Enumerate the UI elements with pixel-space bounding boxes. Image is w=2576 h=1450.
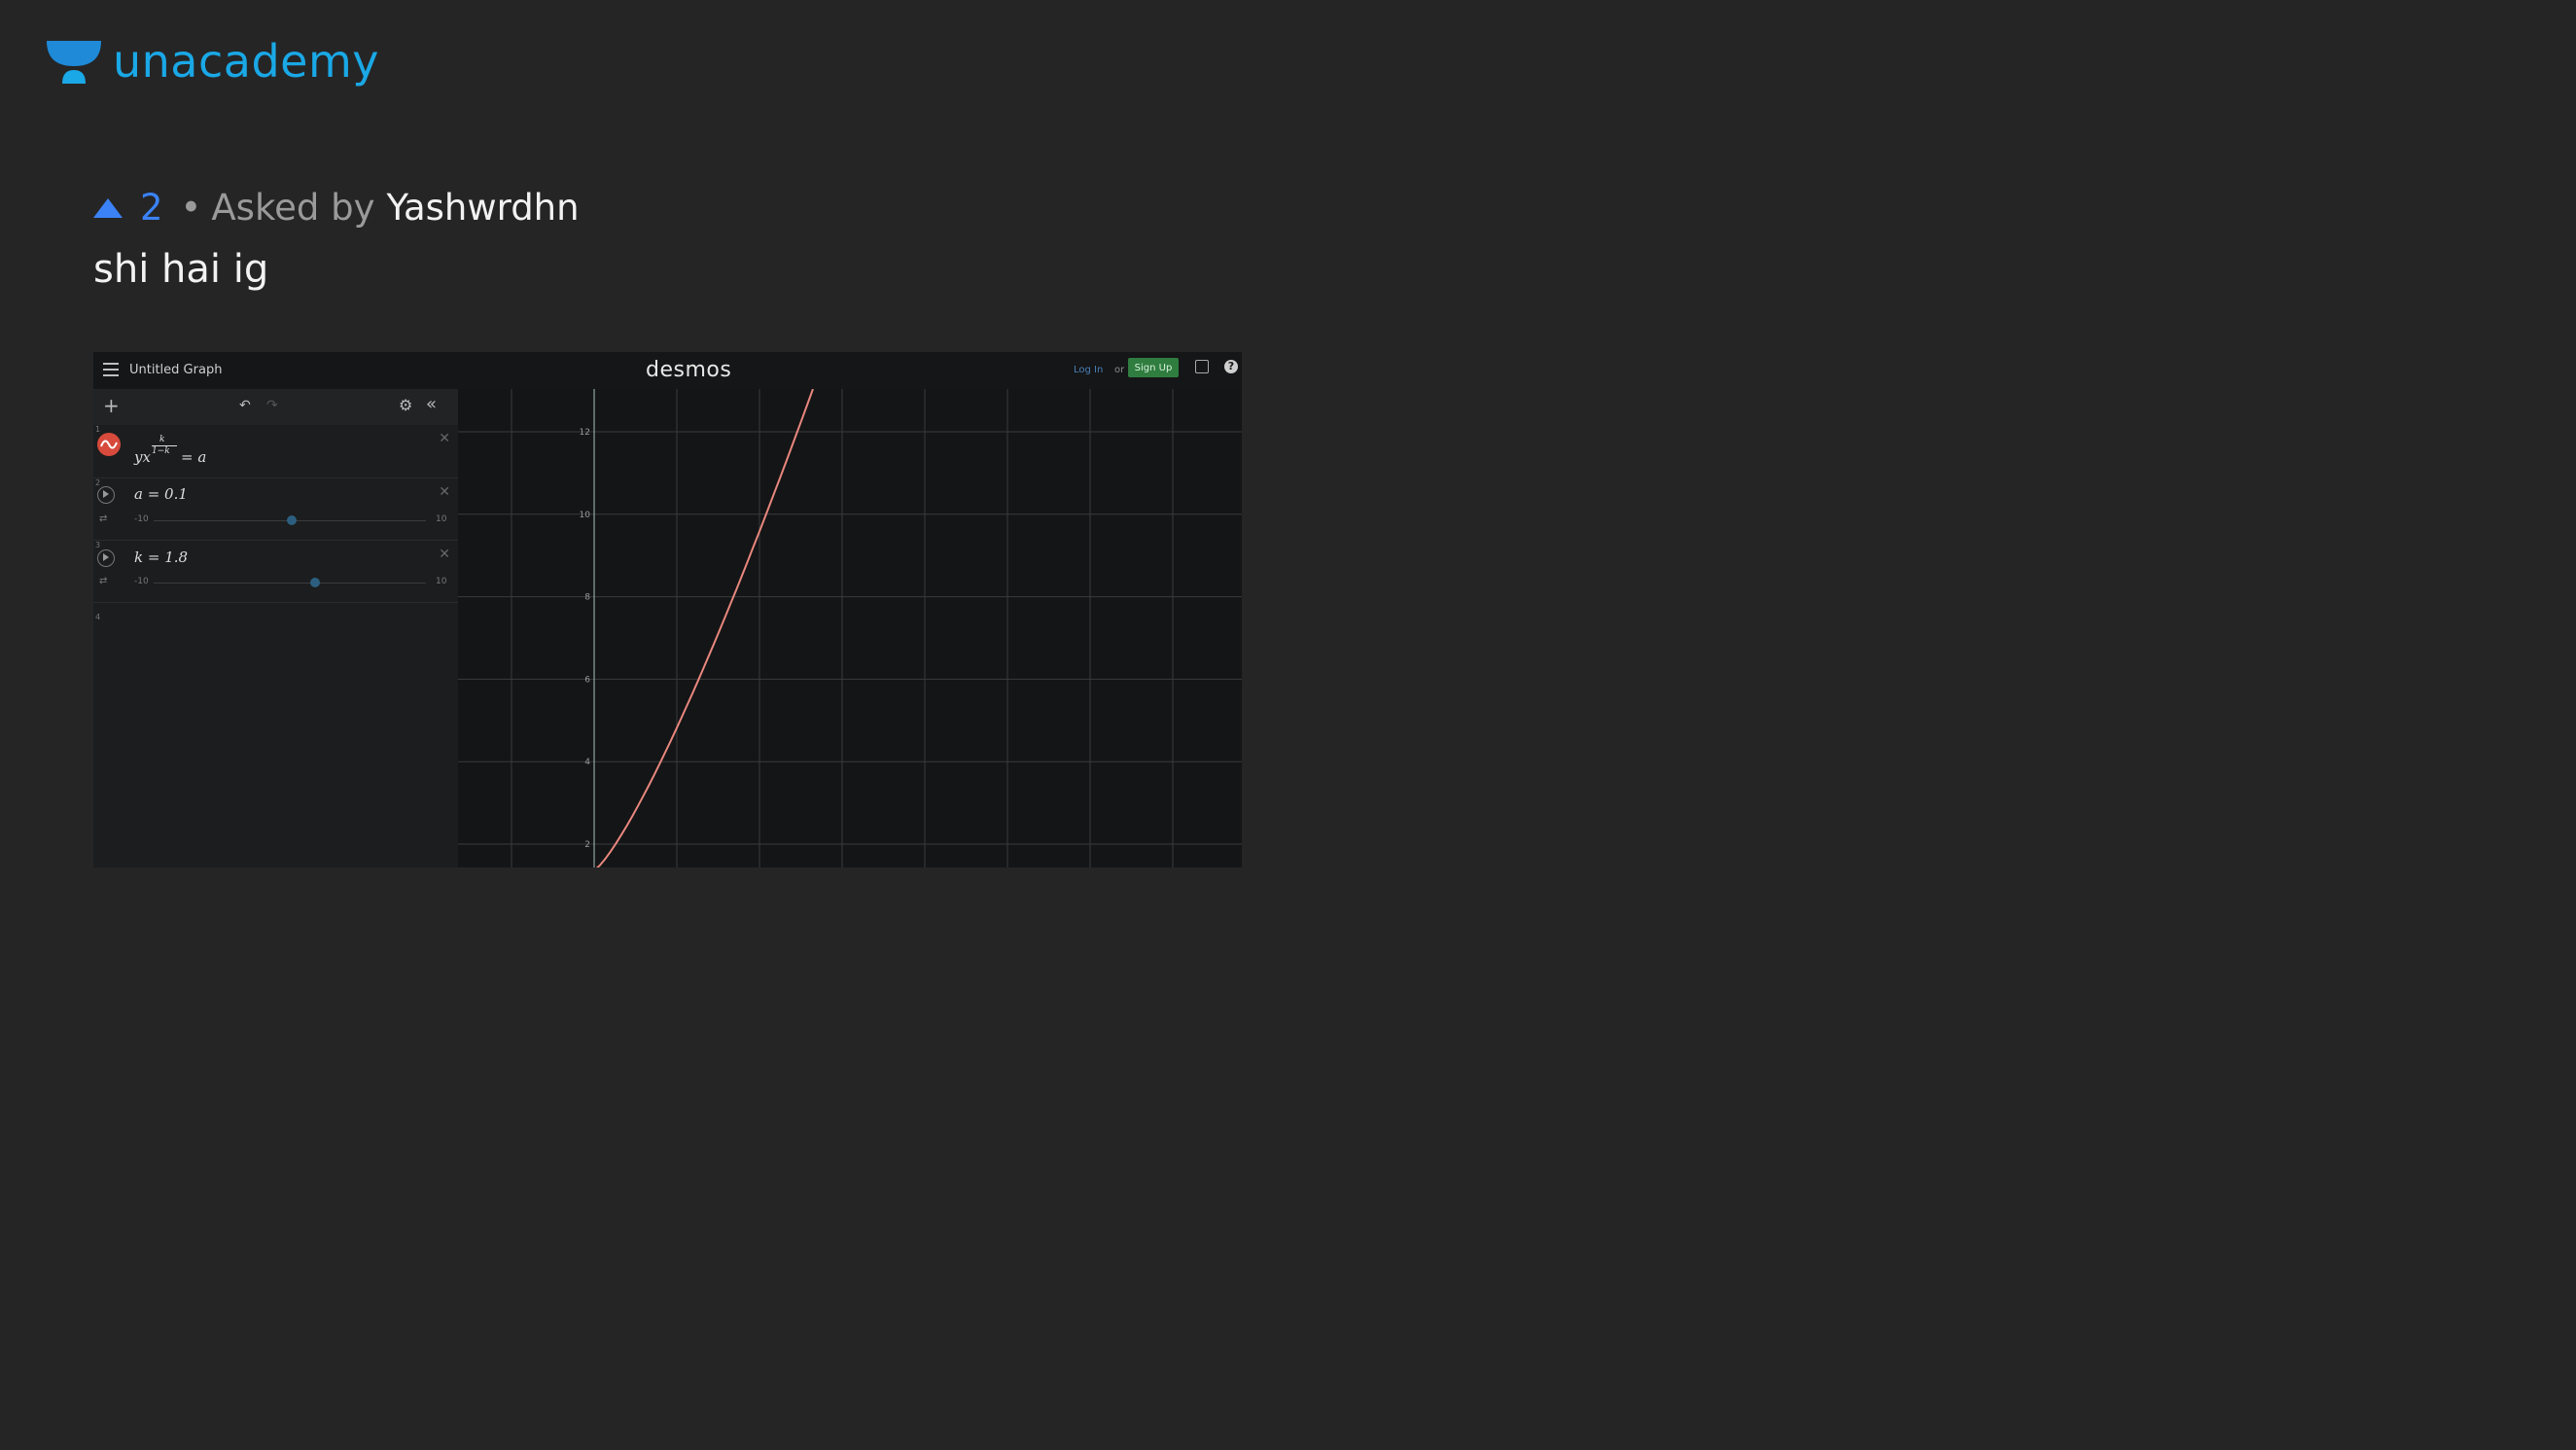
gear-icon[interactable]: ⚙ bbox=[399, 396, 412, 414]
graph-canvas[interactable]: 12 10 8 6 4 2 bbox=[458, 388, 1242, 867]
y-tick-label: 4 bbox=[584, 758, 590, 767]
logo-wordmark: unacademy bbox=[113, 35, 380, 88]
delete-expression-icon[interactable]: ✕ bbox=[439, 547, 450, 562]
expression-row-2[interactable]: 2 a = 0.1 ✕ ⇄ -10 10 bbox=[93, 478, 458, 541]
delete-expression-icon[interactable]: ✕ bbox=[439, 431, 450, 446]
y-tick-label: 10 bbox=[580, 511, 591, 520]
expression-index: 2 bbox=[95, 478, 101, 487]
slider-max[interactable]: 10 bbox=[436, 577, 446, 586]
y-tick-label: 12 bbox=[580, 428, 590, 438]
slider-max[interactable]: 10 bbox=[436, 514, 446, 524]
expression-formula[interactable]: k = 1.8 bbox=[134, 548, 188, 566]
slider-min[interactable]: -10 bbox=[134, 514, 149, 524]
asked-by-label: Asked by bbox=[211, 187, 375, 229]
expression-index: 4 bbox=[95, 613, 101, 621]
expression-row-1[interactable]: 1 yx k 1−k = a ✕ bbox=[93, 425, 458, 478]
redo-icon[interactable]: ↷ bbox=[266, 398, 278, 413]
desmos-signup-button[interactable]: Sign Up bbox=[1128, 358, 1179, 377]
hamburger-menu-icon[interactable] bbox=[103, 363, 119, 376]
separator-dot: • bbox=[180, 187, 202, 229]
expression-index: 3 bbox=[95, 541, 101, 549]
play-icon[interactable] bbox=[97, 486, 115, 504]
loop-icon[interactable]: ⇄ bbox=[99, 576, 107, 586]
help-icon[interactable]: ? bbox=[1224, 360, 1238, 373]
question-image[interactable]: Untitled Graph desmos Log In or Sign Up … bbox=[93, 352, 1242, 867]
loop-icon[interactable]: ⇄ bbox=[99, 513, 107, 524]
undo-icon[interactable]: ↶ bbox=[239, 398, 251, 413]
expression-panel: + ↶ ↷ ⚙ « 1 yx k 1−k = a ✕ 2 a = 0.1 ✕ ⇄… bbox=[93, 389, 458, 867]
unacademy-logo[interactable]: unacademy bbox=[45, 37, 379, 86]
exponent-numerator: k bbox=[159, 435, 165, 444]
slider-min[interactable]: -10 bbox=[134, 577, 149, 586]
exponent-denominator: 1−k bbox=[152, 446, 170, 456]
y-tick-label: 8 bbox=[584, 593, 590, 603]
upvote-icon[interactable] bbox=[93, 197, 123, 218]
slider-thumb[interactable] bbox=[310, 578, 320, 587]
curve-color-icon[interactable] bbox=[97, 433, 121, 456]
graph-svg[interactable]: 12 10 8 6 4 2 bbox=[458, 388, 1242, 867]
collapse-panel-icon[interactable]: « bbox=[426, 394, 437, 414]
expression-row-3[interactable]: 3 k = 1.8 ✕ ⇄ -10 10 bbox=[93, 541, 458, 603]
y-tick-label: 6 bbox=[584, 675, 590, 685]
desmos-graph-title[interactable]: Untitled Graph bbox=[129, 363, 222, 377]
slider-track[interactable] bbox=[154, 583, 426, 584]
expression-toolbar: + ↶ ↷ ⚙ « bbox=[93, 389, 458, 425]
unacademy-logo-icon bbox=[47, 41, 101, 84]
add-expression-icon[interactable]: + bbox=[103, 394, 120, 417]
question-title: shi hai ig bbox=[93, 247, 269, 292]
share-icon[interactable] bbox=[1195, 360, 1209, 373]
slider-thumb[interactable] bbox=[287, 515, 297, 525]
desmos-topbar: Untitled Graph desmos Log In or Sign Up … bbox=[93, 352, 1242, 389]
y-tick-label: 2 bbox=[584, 840, 590, 850]
desmos-brand: desmos bbox=[646, 358, 732, 382]
desmos-login-link[interactable]: Log In bbox=[1074, 365, 1103, 375]
question-meta: 2 • Asked by Yashwrdhn bbox=[93, 187, 580, 229]
desmos-or-label: or bbox=[1114, 365, 1125, 375]
play-icon[interactable] bbox=[97, 549, 115, 567]
delete-expression-icon[interactable]: ✕ bbox=[439, 484, 450, 500]
expression-formula[interactable]: a = 0.1 bbox=[134, 485, 188, 503]
author-name[interactable]: Yashwrdhn bbox=[386, 187, 579, 229]
upvote-count: 2 bbox=[140, 187, 163, 229]
